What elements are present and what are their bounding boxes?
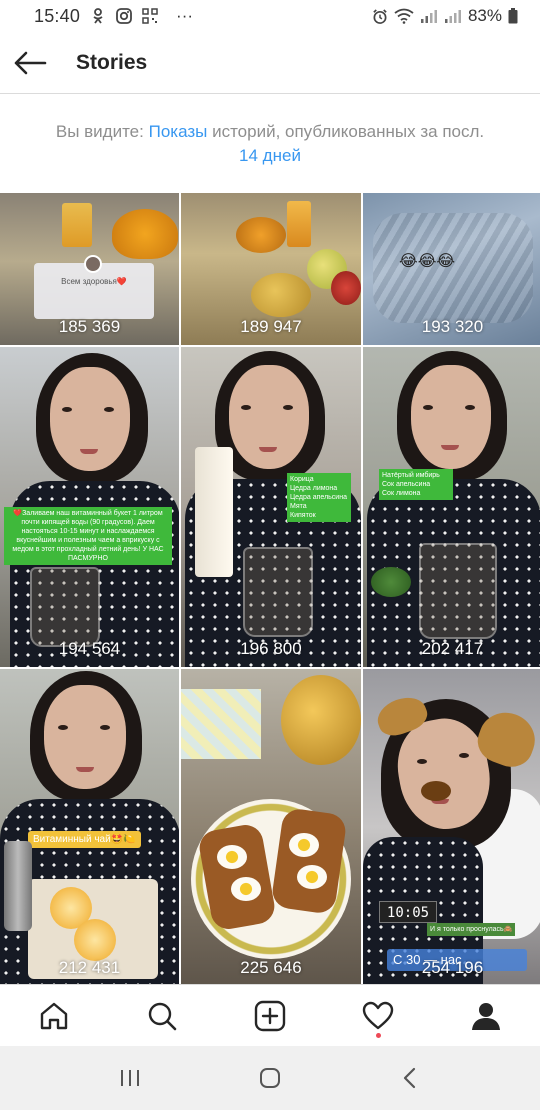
nav-home[interactable] bbox=[0, 985, 108, 1046]
view-count: 189 947 bbox=[240, 317, 302, 336]
add-icon bbox=[254, 1000, 286, 1031]
home-system-button[interactable] bbox=[240, 1058, 300, 1098]
tea-jar bbox=[30, 567, 100, 647]
mint-leaves bbox=[371, 567, 411, 597]
egg-slice bbox=[217, 845, 247, 869]
nav-add[interactable] bbox=[216, 985, 324, 1046]
recent-apps-button[interactable] bbox=[100, 1058, 160, 1098]
search-icon bbox=[148, 1002, 177, 1030]
alarm-icon bbox=[372, 8, 388, 24]
home-icon bbox=[40, 1002, 68, 1029]
back-system-button[interactable] bbox=[380, 1058, 440, 1098]
period-selector-link[interactable]: 14 дней bbox=[239, 146, 301, 165]
story-tile[interactable]: Витаминный чай🤩🍋 212 431 bbox=[0, 669, 179, 986]
list-item: Корица bbox=[290, 476, 314, 483]
pear bbox=[281, 675, 361, 765]
egg-slice bbox=[231, 877, 261, 901]
back-button[interactable] bbox=[0, 32, 62, 94]
info-prefix: Вы видите: bbox=[55, 122, 149, 141]
napkin bbox=[181, 689, 261, 759]
profile-icon bbox=[472, 1002, 500, 1030]
battery-icon bbox=[508, 8, 518, 24]
system-nav bbox=[0, 1046, 540, 1110]
qr-icon bbox=[142, 8, 158, 24]
odnoklassniki-icon bbox=[90, 8, 106, 24]
tea-jar bbox=[243, 547, 313, 637]
status-more-icon: ··· bbox=[176, 6, 194, 25]
nav-profile[interactable] bbox=[432, 985, 540, 1046]
face bbox=[229, 365, 309, 469]
signal-icon bbox=[420, 8, 438, 24]
dog-nose-icon bbox=[421, 781, 451, 801]
egg-slice bbox=[297, 865, 327, 889]
view-count: 185 369 bbox=[58, 317, 121, 336]
view-count: 194 564 bbox=[58, 639, 121, 658]
clock-sticker: 10:05 bbox=[379, 901, 437, 923]
recent-apps-icon bbox=[121, 1070, 139, 1086]
status-bar: 15:40 ··· 83% bbox=[0, 0, 540, 32]
orange-slice bbox=[74, 919, 116, 961]
list-item: Натёртый имбирь bbox=[382, 472, 440, 479]
view-count: 202 417 bbox=[421, 639, 484, 658]
ingredient-list: Натёртый имбирь Сок апельсина Сок лимона bbox=[379, 469, 453, 500]
info-suffix: историй, опубликованных за посл. bbox=[207, 122, 485, 141]
poll-avatar bbox=[84, 255, 102, 273]
app-header: Stories bbox=[0, 32, 540, 94]
story-caption: Витаминный чай🤩🍋 bbox=[28, 831, 141, 848]
story-tile[interactable]: Всем здоровья❤️ 185 369 bbox=[0, 193, 179, 345]
nav-activity[interactable] bbox=[324, 985, 432, 1046]
face bbox=[44, 685, 126, 789]
ingredient-list: Корица Цедра лимона Цедра апельсина Мята… bbox=[287, 473, 351, 522]
battery-percent: 83% bbox=[467, 6, 502, 25]
emoji-sticker: 😂😂😂 bbox=[399, 253, 456, 270]
story-tile[interactable]: Натёртый имбирь Сок апельсина Сок лимона… bbox=[363, 347, 540, 667]
list-item: Сок апельсина bbox=[382, 481, 431, 488]
tea-jar bbox=[419, 543, 497, 639]
home-circle-icon bbox=[260, 1068, 280, 1088]
list-item: Кипяток bbox=[290, 512, 316, 519]
view-count: 193 320 bbox=[421, 317, 484, 336]
view-count: 225 646 bbox=[240, 958, 302, 977]
signal-icon-2 bbox=[444, 8, 462, 24]
story-caption: И я только проснулась🙈 bbox=[427, 923, 516, 936]
view-count: 196 800 bbox=[240, 639, 302, 658]
bottom-nav bbox=[0, 984, 540, 1046]
view-count: 212 431 bbox=[58, 958, 121, 977]
story-tile[interactable]: 189 947 bbox=[181, 193, 361, 345]
story-tile[interactable]: ❤️Заливаем наш витаминный букет 1 литром… bbox=[0, 347, 179, 667]
story-tile[interactable]: 😂😂😂 193 320 bbox=[363, 193, 540, 345]
tea-pitcher bbox=[195, 447, 233, 577]
nav-search[interactable] bbox=[108, 985, 216, 1046]
grater bbox=[4, 841, 32, 931]
heart-icon bbox=[362, 1001, 394, 1029]
notification-dot bbox=[376, 1033, 381, 1038]
wifi-icon bbox=[394, 8, 414, 24]
face bbox=[411, 365, 491, 469]
list-item: Цедра апельсина bbox=[290, 494, 347, 501]
list-item: Мята bbox=[290, 503, 307, 510]
view-count: 254 196 bbox=[421, 958, 484, 977]
back-arrow-icon bbox=[14, 51, 47, 74]
story-tile[interactable]: 225 646 bbox=[181, 669, 361, 986]
poll-text: Всем здоровья❤️ bbox=[61, 277, 127, 286]
instagram-icon bbox=[116, 8, 132, 24]
stories-grid: Всем здоровья❤️ 185 369 189 947 😂😂😂 193 … bbox=[0, 193, 540, 986]
metric-selector-link[interactable]: Показы bbox=[149, 122, 208, 141]
status-time: 15:40 bbox=[34, 5, 81, 26]
egg-slice bbox=[289, 833, 319, 857]
face bbox=[50, 367, 130, 471]
story-caption: ❤️Заливаем наш витаминный букет 1 литром… bbox=[4, 507, 172, 565]
list-item: Сок лимона bbox=[382, 490, 421, 497]
list-item: Цедра лимона bbox=[290, 485, 338, 492]
stories-info: Вы видите: Показы историй, опубликованны… bbox=[20, 120, 520, 168]
poll-sticker: Всем здоровья❤️ bbox=[34, 255, 154, 319]
page-title: Stories bbox=[76, 50, 148, 74]
back-chevron-icon bbox=[403, 1067, 416, 1089]
story-tile[interactable]: 10:05 И я только проснулась🙈 С 30 — нас … bbox=[363, 669, 540, 986]
story-tile[interactable]: Корица Цедра лимона Цедра апельсина Мята… bbox=[181, 347, 361, 667]
